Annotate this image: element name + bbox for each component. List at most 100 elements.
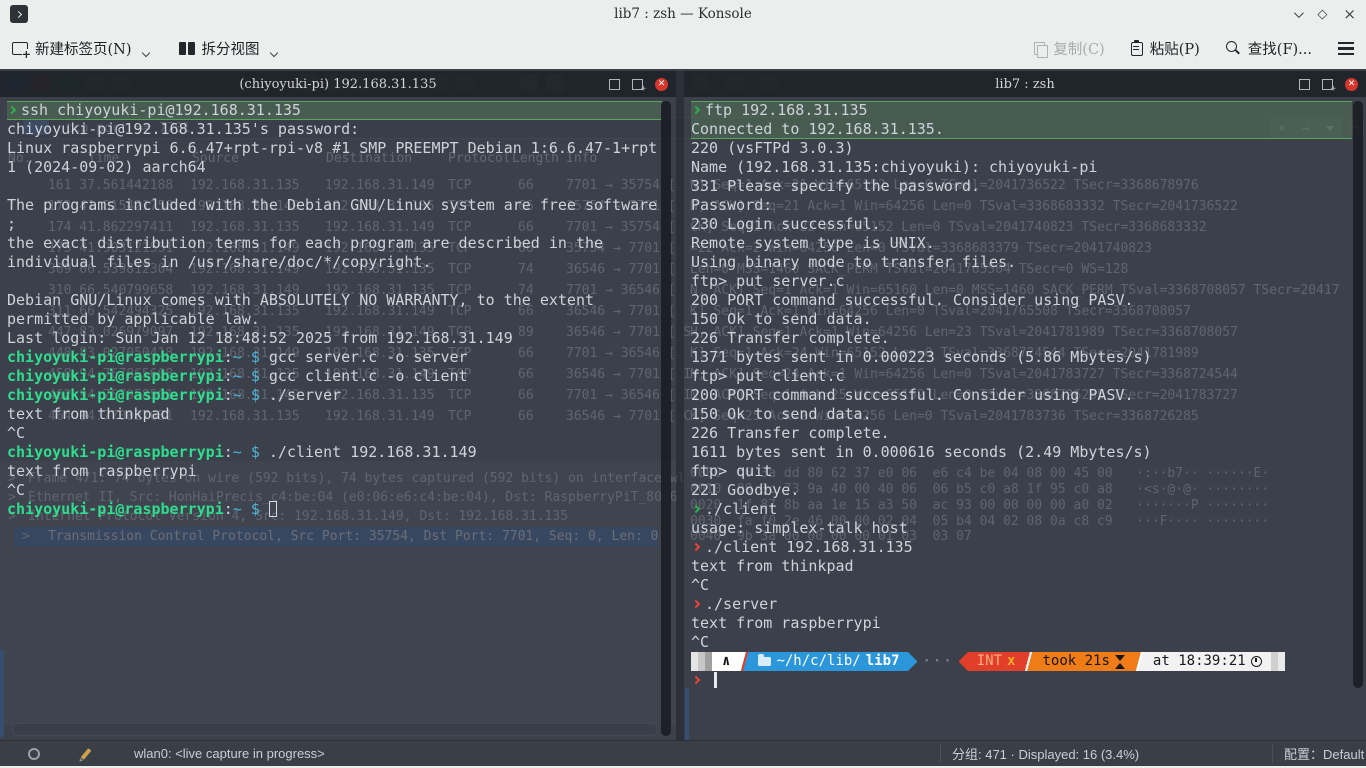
close-pane-button[interactable]: ✕ [1345, 78, 1358, 91]
terminal-text: $ [251, 367, 260, 385]
terminal-text: 221 Goodbye. [691, 481, 799, 499]
terminal-line: ./client 192.168.31.135 [691, 538, 1352, 557]
terminal-text: ./client 192.168.31.149 [260, 443, 477, 461]
titlebar[interactable]: lib7 : zsh — Konsole ◇ × [0, 0, 1366, 28]
terminal-text: ftp 192.168.31.135 [705, 101, 868, 119]
terminal-text: 1 (2024-09-02) aarch64 [7, 158, 206, 176]
terminal-right-content[interactable]: ftp 192.168.31.135Connected to 192.168.3… [684, 97, 1352, 740]
terminal-text: permitted by applicable law. [7, 310, 260, 328]
copy-button[interactable]: 复制(C) [1034, 38, 1104, 59]
paste-button[interactable]: 粘贴(P) [1131, 38, 1200, 59]
terminal-text: ftp> put client.c [691, 367, 845, 385]
capture-comment-icon[interactable] [81, 748, 92, 760]
terminal-line: Last login: Sun Jan 12 18:48:52 2025 fro… [7, 329, 662, 348]
clone-pane-icon[interactable] [632, 79, 643, 90]
terminal-line: chiyoyuki-pi@192.168.31.135's password: [7, 120, 662, 139]
terminal-text: Last login: Sun Jan 12 18:48:52 2025 fro… [7, 329, 513, 347]
split-view-label: 拆分视图 [202, 38, 260, 59]
profile-status[interactable]: 配置：Default [1284, 744, 1366, 763]
new-tab-button[interactable]: 新建标签页(N) [12, 38, 149, 59]
terminal-chevron-icon [14, 10, 21, 17]
terminal-text: text from raspberrypi [7, 462, 197, 480]
terminal-line: ftp> put client.c [691, 367, 1352, 386]
terminal-line: 220 (vsFTPd 3.0.3) [691, 139, 1352, 158]
terminal-text: 200 PORT command successful. Consider us… [691, 386, 1134, 404]
terminal-text: chiyoyuki-pi@raspberrypi [7, 500, 224, 518]
terminal-line: ^C [7, 481, 662, 500]
terminal-text: individual files in /usr/share/doc/*/cop… [7, 253, 431, 271]
powerline-os-segment: ∧ [712, 652, 740, 671]
terminal-text: ~ [233, 500, 242, 518]
terminal-text: the exact distribution terms for each pr… [7, 234, 603, 252]
terminal-line: Password: [691, 196, 1352, 215]
terminal-line: Linux raspberrypi 6.6.47+rpt-rpi-v8 #1 S… [7, 139, 662, 158]
powerline-separator [740, 652, 749, 671]
terminal-line: ^C [691, 633, 1352, 652]
left-pane-scrollbar[interactable] [661, 101, 671, 736]
terminal-text: : [224, 367, 233, 385]
copy-label: 复制(C) [1053, 38, 1104, 59]
expand-pane-icon[interactable] [1299, 79, 1310, 90]
right-pane-header: lib7 : zsh ✕ [684, 71, 1366, 97]
terminal-line: 200 PORT command successful. Consider us… [691, 386, 1352, 405]
prompt-arrow-icon [692, 543, 700, 551]
terminal-text: usage: simplex-talk host [691, 519, 908, 537]
split-view-button[interactable]: 拆分视图 [179, 38, 277, 59]
terminal-line [691, 671, 1352, 690]
terminal-text: 150 Ok to send data. [691, 310, 872, 328]
terminal-text: $ [251, 348, 260, 366]
terminal-text: ssh chiyoyuki-pi@192.168.31.135 [21, 101, 301, 119]
hamburger-menu-button[interactable] [1338, 42, 1354, 55]
terminal-text: Debian GNU/Linux comes with ABSOLUTELY N… [7, 291, 594, 309]
expand-pane-icon[interactable] [609, 79, 620, 90]
terminal-text: ./client [705, 500, 777, 518]
directory-path: ~/h/c/lib/ [776, 652, 860, 671]
terminal-line: usage: simplex-talk host [691, 519, 1352, 538]
split-view-icon [179, 42, 195, 55]
terminal-left-content[interactable]: ssh chiyoyuki-pi@192.168.31.135chiyoyuki… [0, 97, 662, 740]
terminal-text: ./server [260, 386, 341, 404]
right-pane-scrollbar[interactable] [1353, 101, 1363, 688]
terminal-text: ~ [233, 348, 242, 366]
terminal-line: 150 Ok to send data. [691, 310, 1352, 329]
konsole-app-icon [10, 5, 28, 23]
clone-pane-icon[interactable] [1322, 79, 1333, 90]
terminal-line: text from raspberrypi [691, 614, 1352, 633]
window-title: lib7 : zsh — Konsole [0, 6, 1366, 22]
terminal-text: text from thinkpad [7, 405, 170, 423]
terminal-text: 1611 bytes sent in 0.000616 seconds (2.4… [691, 443, 1152, 461]
terminal-text: 220 (vsFTPd 3.0.3) [691, 139, 854, 157]
pane-divider[interactable] [676, 71, 684, 740]
find-button[interactable]: 查找(F)... [1226, 38, 1312, 59]
terminal-line: 226 Transfer complete. [691, 329, 1352, 348]
terminal-pane-right[interactable]: lib7 : zsh ✕ ftp 192.168.31.135Connected… [684, 71, 1366, 740]
terminal-line: The programs included with the Debian GN… [7, 196, 662, 215]
chevron-down-icon [141, 48, 149, 56]
powerline-cap [691, 652, 698, 671]
close-button[interactable]: × [1343, 7, 1356, 22]
capture-status-icon[interactable] [28, 748, 40, 760]
close-pane-button[interactable]: ✕ [655, 78, 668, 91]
terminal-text: : [224, 500, 233, 518]
maximize-button[interactable]: ◇ [1317, 8, 1327, 21]
terminal-text: text from thinkpad [691, 557, 854, 575]
terminal-text: ~ [233, 367, 242, 385]
terminal-text: : [224, 386, 233, 404]
terminal-text: Password: [691, 196, 772, 214]
terminal-pane-left[interactable]: (chiyoyuki-pi) 192.168.31.135 ✕ ssh chiy… [0, 71, 676, 740]
terminal-text: ./server [705, 595, 777, 613]
terminal-text: chiyoyuki-pi@raspberrypi [7, 348, 224, 366]
terminal-line: ./server [691, 595, 1352, 614]
terminal-line: permitted by applicable law. [7, 310, 662, 329]
terminal-text: ^C [691, 633, 709, 651]
terminal-line: 200 PORT command successful. Consider us… [691, 291, 1352, 310]
packet-count-status: 分组: 471 · Displayed: 16 (3.4%) [952, 744, 1139, 763]
copy-icon [1034, 42, 1046, 56]
wireshark-statusbar: wlan0: <live capture in progress> 分组: 47… [0, 740, 1366, 766]
prompt-arrow-icon [692, 600, 700, 608]
capture-interface-status: wlan0: <live capture in progress> [134, 746, 325, 761]
powerline-duration-segment: took 21s [1033, 652, 1134, 671]
clock-icon [1251, 656, 1262, 667]
minimize-button[interactable] [1294, 11, 1301, 18]
terminal-line: text from thinkpad [691, 557, 1352, 576]
